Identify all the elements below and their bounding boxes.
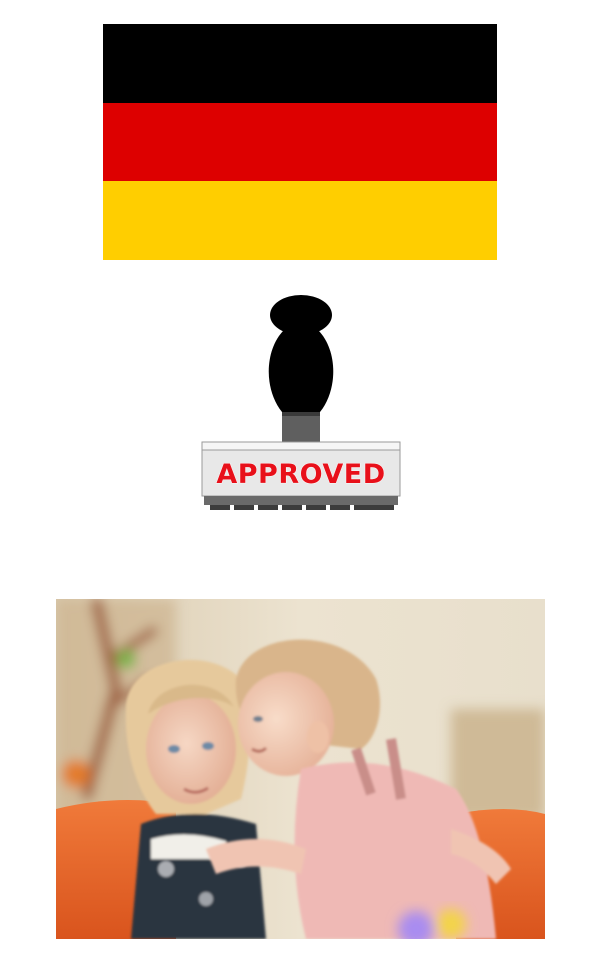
children-photo [56, 599, 545, 939]
flag-band-gold [103, 181, 497, 261]
approved-stamp: APPROVED [196, 290, 406, 515]
flag-band-red [103, 102, 497, 182]
stamp-handle [268, 330, 334, 412]
stamp-neck [282, 412, 320, 442]
stamp-graphic: APPROVED [201, 295, 401, 510]
children-photo-graphic [56, 599, 545, 939]
germany-flag [103, 24, 497, 261]
stamp-neck-shadow [282, 412, 320, 416]
stamp-feet [210, 505, 394, 510]
stamp-base-top [201, 441, 401, 451]
stamp-label: APPROVED [216, 459, 385, 490]
flag-band-black [103, 24, 497, 103]
stamp-pad [204, 496, 398, 505]
stamp-knob [270, 295, 332, 335]
